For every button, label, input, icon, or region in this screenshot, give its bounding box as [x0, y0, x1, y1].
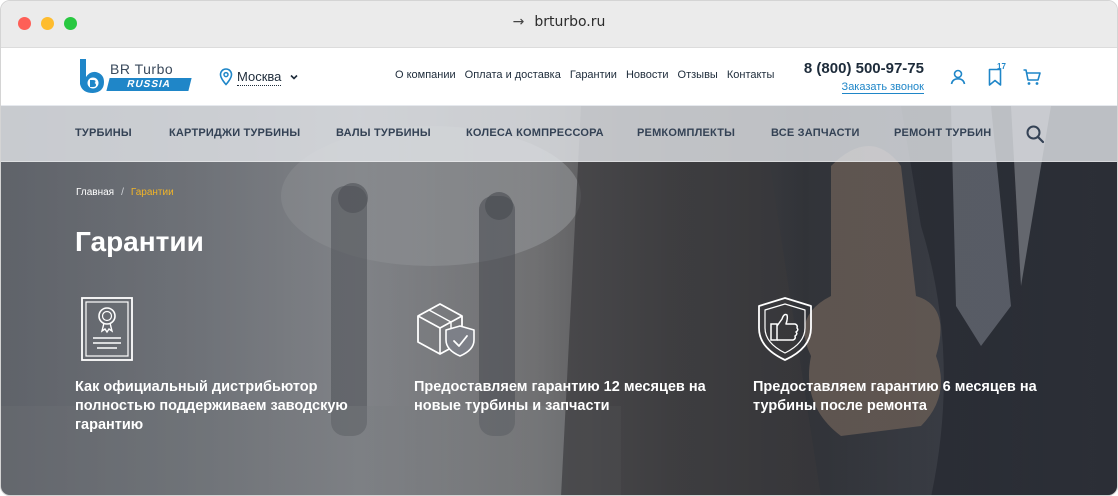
- logo-mark-icon: [80, 59, 104, 93]
- main-nav-repair-kits[interactable]: РЕМКОМПЛЕКТЫ: [637, 127, 735, 139]
- favorites-count-badge: 17: [997, 62, 1006, 71]
- cart-icon[interactable]: [1022, 67, 1042, 87]
- address-bar[interactable]: → brturbo.ru: [1, 14, 1117, 30]
- box-shield-icon: [417, 303, 475, 357]
- top-nav-reviews[interactable]: Отзывы: [678, 69, 718, 81]
- breadcrumb-current: Гарантии: [130, 187, 174, 198]
- breadcrumb-separator: /: [121, 187, 124, 198]
- browser-window: → brturbo.ru BR Turbo RUSSIA Москва О ко…: [0, 0, 1118, 496]
- thumbs-up-shield-icon: [758, 297, 812, 361]
- phone-block: 8 (800) 500-97-75 Заказать звонок: [790, 60, 924, 95]
- search-icon[interactable]: [1025, 124, 1045, 144]
- main-nav-turbine-cartridges[interactable]: КАРТРИДЖИ ТУРБИНЫ: [169, 127, 300, 139]
- page-title: Гарантии: [75, 226, 204, 257]
- main-nav-turbine-shafts[interactable]: ВАЛЫ ТУРБИНЫ: [336, 127, 431, 139]
- top-nav-payment-delivery[interactable]: Оплата и доставка: [465, 69, 561, 81]
- site-header: BR Turbo RUSSIA Москва О компании Оплата…: [1, 48, 1117, 106]
- phone-number[interactable]: 8 (800) 500-97-75: [790, 60, 924, 77]
- callback-link[interactable]: Заказать звонок: [841, 81, 924, 94]
- main-navigation: ТУРБИНЫ КАРТРИДЖИ ТУРБИНЫ ВАЛЫ ТУРБИНЫ К…: [1, 106, 1117, 162]
- city-selector[interactable]: Москва: [219, 67, 299, 87]
- certificate-icon: [81, 297, 133, 361]
- main-nav-all-parts[interactable]: ВСЕ ЗАПЧАСТИ: [771, 127, 860, 139]
- logo-text: BR Turbo: [110, 61, 174, 77]
- top-nav-contacts[interactable]: Контакты: [727, 69, 775, 81]
- feature-text: Предоставляем гарантию 12 месяцев на нов…: [414, 379, 706, 414]
- feature-official-distributor: Как официальный дистрибьютор полностью п…: [75, 296, 375, 435]
- logo-subtext: RUSSIA: [106, 78, 192, 91]
- arrow-right-icon: →: [512, 14, 525, 30]
- location-pin-icon: [219, 68, 233, 86]
- feature-12-month-warranty: Предоставляем гарантию 12 месяцев на нов…: [414, 296, 714, 416]
- city-name: Москва: [237, 68, 282, 86]
- main-nav-turbines[interactable]: ТУРБИНЫ: [75, 127, 132, 139]
- feature-6-month-warranty: Предоставляем гарантию 6 месяцев на турб…: [753, 296, 1053, 416]
- top-nav-about[interactable]: О компании: [395, 69, 456, 81]
- chevron-down-icon: [290, 74, 298, 80]
- breadcrumb: Главная / Гарантии: [76, 187, 174, 198]
- address-url: brturbo.ru: [534, 14, 606, 30]
- feature-text: Предоставляем гарантию 6 месяцев на турб…: [753, 379, 1037, 414]
- feature-text: Как официальный дистрибьютор полностью п…: [75, 379, 348, 433]
- browser-toolbar: → brturbo.ru: [1, 1, 1117, 48]
- main-nav-turbine-repair[interactable]: РЕМОНТ ТУРБИН: [894, 127, 991, 139]
- main-nav-compressor-wheels[interactable]: КОЛЕСА КОМПРЕССОРА: [466, 127, 604, 139]
- user-account-icon[interactable]: [948, 67, 968, 87]
- top-nav-warranty[interactable]: Гарантии: [570, 69, 617, 81]
- top-nav-news[interactable]: Новости: [626, 69, 669, 81]
- site-logo[interactable]: BR Turbo RUSSIA: [77, 57, 197, 97]
- breadcrumb-home[interactable]: Главная: [76, 187, 114, 198]
- hero-section: ТУРБИНЫ КАРТРИДЖИ ТУРБИНЫ ВАЛЫ ТУРБИНЫ К…: [1, 106, 1117, 495]
- top-navigation: О компании Оплата и доставка Гарантии Но…: [395, 69, 783, 81]
